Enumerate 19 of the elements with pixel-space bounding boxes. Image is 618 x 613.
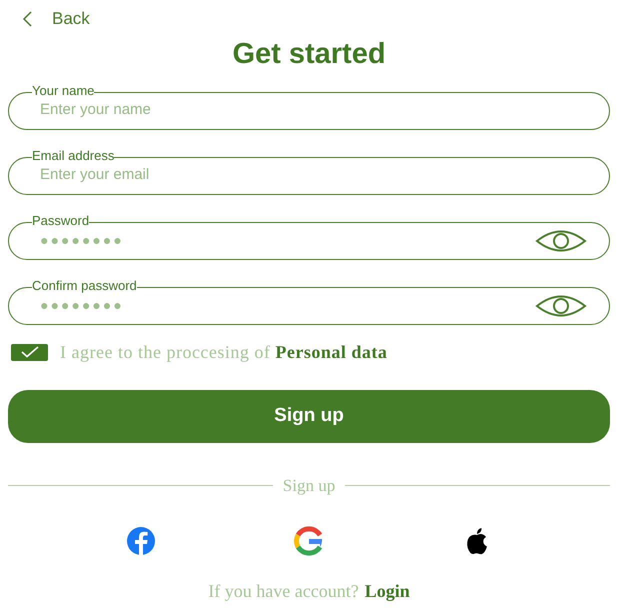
eye-icon[interactable] xyxy=(535,228,587,254)
sign-up-button[interactable]: Sign up xyxy=(8,390,610,442)
text-input[interactable]: Enter your email xyxy=(40,164,587,187)
text-input[interactable]: Enter your name xyxy=(40,99,587,122)
page-title: Get started xyxy=(232,36,386,72)
agree-checkbox[interactable] xyxy=(11,344,48,360)
divider-label: Sign up xyxy=(282,474,336,497)
agreement-text: I agree to the proccesing of Personal data xyxy=(60,340,388,364)
back-button[interactable]: Back xyxy=(22,6,90,32)
chevron-left-icon xyxy=(22,10,32,27)
login-link[interactable]: Login xyxy=(364,578,410,605)
field-label: Email address xyxy=(32,148,114,164)
check-icon xyxy=(20,346,38,358)
field-label: Password xyxy=(32,212,90,228)
password-value: ●●●●●●●● xyxy=(40,296,125,315)
eye-icon[interactable] xyxy=(535,292,587,318)
field-label: Confirm password xyxy=(32,278,137,294)
password-value: ●●●●●●●● xyxy=(40,231,125,250)
footer-text: If you have account? xyxy=(208,580,359,603)
